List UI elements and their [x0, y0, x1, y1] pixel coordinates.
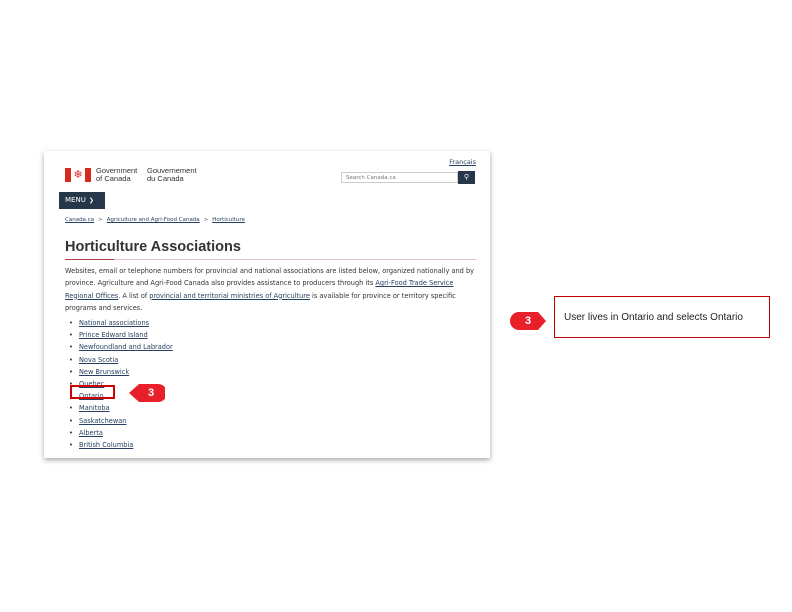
breadcrumb-horticulture[interactable]: Horticulture	[212, 217, 245, 223]
list-item[interactable]: Nova Scotia	[65, 354, 173, 366]
list-item[interactable]: National associations	[65, 317, 173, 329]
list-item[interactable]: Saskatchewan	[65, 415, 173, 427]
step-badge-list: 3	[129, 384, 165, 402]
list-item[interactable]: British Columbia	[65, 439, 173, 451]
chevron-right-icon: >	[203, 217, 209, 223]
chevron-right-icon: >	[98, 217, 103, 223]
title-rule	[114, 259, 476, 260]
list-item[interactable]: Alberta	[65, 427, 173, 439]
search-button[interactable]: ⚲	[458, 171, 475, 184]
step-badge-callout: 3	[510, 312, 546, 330]
page-title: Horticulture Associations	[65, 239, 241, 255]
title-underline	[65, 259, 114, 260]
canada-flag-icon: ❄	[65, 168, 91, 182]
list-item[interactable]: Prince Edward Island	[65, 329, 173, 341]
ontario-highlight-box	[70, 385, 115, 399]
list-item[interactable]: New Brunswick	[65, 366, 173, 378]
gov-wordmark-en[interactable]: Government of Canada	[96, 167, 137, 183]
list-item[interactable]: Manitoba	[65, 402, 173, 414]
language-toggle-link[interactable]: Français	[449, 158, 476, 166]
search-icon: ⚲	[463, 173, 470, 181]
instruction-callout: User lives in Ontario and selects Ontari…	[554, 296, 770, 338]
search-input[interactable]: Search Canada.ca	[341, 172, 458, 183]
list-item[interactable]: Newfoundland and Labrador	[65, 341, 173, 353]
breadcrumb: Canada.ca > Agriculture and Agri-Food Cana…	[65, 217, 245, 223]
breadcrumb-agriculture[interactable]: Agriculture and Agri-Food Canada	[107, 217, 200, 223]
intro-paragraph: Websites, email or telephone numbers for…	[65, 267, 475, 312]
canada-page-card: Français ❄ Government of Canada Gouvernem…	[44, 151, 490, 458]
menu-button[interactable]: MENU ❯	[59, 192, 105, 209]
breadcrumb-canada[interactable]: Canada.ca	[65, 217, 94, 223]
chevron-down-icon: ❯	[88, 197, 94, 204]
gov-wordmark-fr[interactable]: Gouvernement du Canada	[147, 167, 197, 183]
ministries-link[interactable]: provincial and territorial ministries of…	[149, 292, 310, 300]
